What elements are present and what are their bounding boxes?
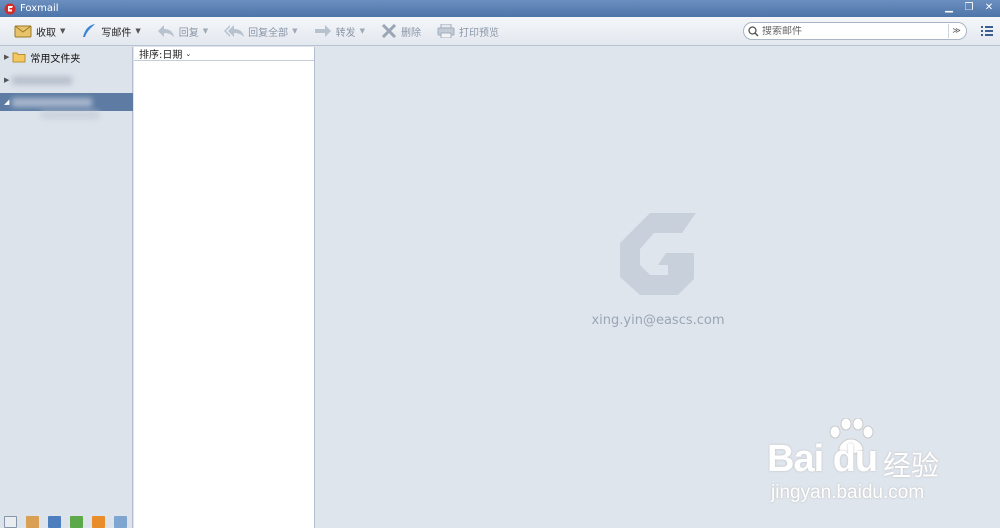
chevron-down-icon: ⌄: [185, 49, 192, 58]
feather-pen-icon: [83, 24, 96, 37]
collapse-arrow-icon[interactable]: ◢: [4, 98, 9, 106]
account-row-collapsed[interactable]: ▶: [0, 70, 133, 90]
search-box: ≫: [743, 22, 967, 40]
watermark-url: jingyan.baidu.com: [771, 482, 925, 503]
reply-label: 回复: [178, 27, 199, 39]
baidu-watermark: Bai du 经验 jingyan.baidu.com: [765, 418, 995, 508]
folder-favorites-label: 常用文件夹: [30, 53, 81, 65]
minimize-button[interactable]: ▁: [942, 1, 956, 15]
redacted-account-label: [12, 75, 73, 85]
watermark-cn: 经验: [883, 450, 940, 481]
forward-button[interactable]: 转发 ▼: [308, 20, 371, 42]
expand-arrow-icon[interactable]: ▶: [4, 76, 9, 84]
close-button[interactable]: ✕: [982, 1, 996, 15]
account-email: xing.yin@eascs.com: [591, 313, 725, 328]
account-row-selected[interactable]: ◢: [0, 93, 133, 111]
search-options-icon[interactable]: ≫: [948, 24, 964, 38]
compose-button[interactable]: 写邮件 ▼: [75, 20, 146, 42]
compose-dropdown-icon[interactable]: ▼: [135, 27, 140, 35]
redacted-account-label: [12, 97, 93, 107]
reply-all-button[interactable]: 回复全部 ▼: [218, 20, 303, 42]
receive-dropdown-icon[interactable]: ▼: [60, 27, 65, 35]
print-preview-label: 打印预览: [458, 27, 499, 39]
folder-pane: ▶ 常用文件夹 ▶ ◢: [0, 47, 133, 528]
printer-icon: [437, 24, 455, 38]
toolbar: 收取 ▼ 写邮件 ▼ 回复 ▼ 回复全部 ▼ 转发 ▼ 删除 打印预览 搜索邮件…: [0, 17, 1000, 46]
forward-label: 转发: [335, 27, 356, 39]
search-icon: [748, 25, 759, 37]
reply-arrow-icon: [157, 25, 174, 37]
reply-button[interactable]: 回复 ▼: [151, 20, 214, 42]
folder-favorites[interactable]: ▶ 常用文件夹: [0, 47, 133, 67]
tasks-module-icon[interactable]: [70, 516, 83, 528]
delete-button[interactable]: 删除: [375, 20, 427, 42]
foxmail-logo-icon: [4, 3, 16, 14]
mail-list-pane: 排序:日期 ⌄: [134, 47, 315, 528]
delete-label: 删除: [400, 27, 421, 39]
receive-label: 收取: [36, 27, 56, 39]
delete-x-icon: [381, 24, 397, 38]
receive-button[interactable]: 收取 ▼: [8, 20, 71, 42]
sort-label: 排序:日期: [139, 50, 183, 61]
contacts-module-icon[interactable]: [26, 516, 39, 528]
title-bar: Foxmail ▁ ❐ ✕: [0, 0, 1000, 17]
print-preview-button[interactable]: 打印预览: [431, 20, 505, 42]
redacted-smudge: [40, 111, 100, 119]
module-switcher: [0, 512, 133, 528]
compose-label: 写邮件: [101, 27, 132, 39]
foxmail-watermark-logo-icon: [620, 213, 696, 295]
watermark-brand: Bai du: [767, 438, 878, 480]
restore-button[interactable]: ❐: [962, 1, 976, 15]
folder-icon: [12, 52, 26, 63]
reply-all-dropdown-icon[interactable]: ▼: [292, 27, 297, 35]
envelope-icon: [14, 25, 32, 38]
search-input[interactable]: [762, 25, 942, 37]
reply-dropdown-icon[interactable]: ▼: [203, 27, 208, 35]
forward-dropdown-icon[interactable]: ▼: [360, 27, 365, 35]
calendar-module-icon[interactable]: [48, 516, 61, 528]
mail-module-icon[interactable]: [4, 516, 17, 528]
expand-arrow-icon[interactable]: ▶: [4, 53, 9, 61]
rss-module-icon[interactable]: [92, 516, 105, 528]
sort-control[interactable]: 排序:日期 ⌄: [134, 47, 314, 61]
reply-all-arrow-icon: [224, 25, 245, 37]
notes-module-icon[interactable]: [114, 516, 127, 528]
main-menu-icon[interactable]: [980, 24, 994, 38]
window-title: Foxmail: [20, 3, 59, 14]
forward-arrow-icon: [314, 25, 331, 37]
reply-all-label: 回复全部: [248, 27, 289, 39]
